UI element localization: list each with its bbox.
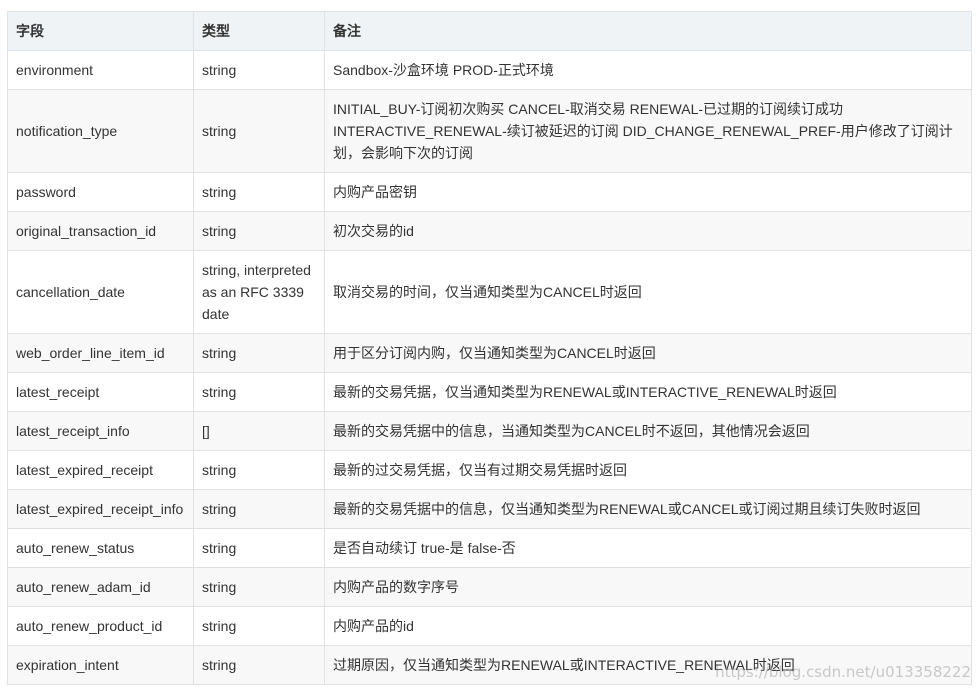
cell-field: latest_expired_receipt [7,450,194,490]
table-row: cancellation_date string, interpreted as… [7,250,972,334]
header-note: 备注 [324,11,972,51]
table-row: auto_renew_adam_id string 内购产品的数字序号 [7,567,972,607]
cell-note: 最新的交易凭据，仅当通知类型为RENEWAL或INTERACTIVE_RENEW… [324,372,972,412]
table-row: auto_renew_status string 是否自动续订 true-是 f… [7,528,972,568]
header-field: 字段 [7,11,194,51]
table-row: expiration_intent string 过期原因，仅当通知类型为REN… [7,645,972,685]
cell-note: 最新的交易凭据中的信息，当通知类型为CANCEL时不返回，其他情况会返回 [324,411,972,451]
cell-field: auto_renew_status [7,528,194,568]
cell-note: 内购产品密钥 [324,172,972,212]
table-row: password string 内购产品密钥 [7,172,972,212]
fields-table-container: 字段 类型 备注 environment string Sandbox-沙盒环境… [7,11,972,685]
table-header: 字段 类型 备注 [7,11,972,51]
cell-type: string [193,450,325,490]
cell-field: notification_type [7,89,194,173]
cell-field: expiration_intent [7,645,194,685]
cell-field: password [7,172,194,212]
cell-type: string [193,333,325,373]
table-body: environment string Sandbox-沙盒环境 PROD-正式环… [7,50,972,685]
header-type: 类型 [193,11,325,51]
cell-note: 最新的交易凭据中的信息，仅当通知类型为RENEWAL或CANCEL或订阅过期且续… [324,489,972,529]
cell-type: string [193,645,325,685]
cell-field: environment [7,50,194,90]
cell-note: 取消交易的时间，仅当通知类型为CANCEL时返回 [324,250,972,334]
table-row: latest_receipt_info [] 最新的交易凭据中的信息，当通知类型… [7,411,972,451]
cell-note: 内购产品的id [324,606,972,646]
cell-note: 内购产品的数字序号 [324,567,972,607]
cell-type: string [193,211,325,251]
table-row: original_transaction_id string 初次交易的id [7,211,972,251]
header-row: 字段 类型 备注 [7,11,972,51]
cell-type: string [193,528,325,568]
table-row: latest_expired_receipt string 最新的过交易凭据，仅… [7,450,972,490]
cell-field: web_order_line_item_id [7,333,194,373]
cell-field: auto_renew_product_id [7,606,194,646]
table-row: environment string Sandbox-沙盒环境 PROD-正式环… [7,50,972,90]
table-row: latest_expired_receipt_info string 最新的交易… [7,489,972,529]
cell-type: string [193,50,325,90]
cell-field: auto_renew_adam_id [7,567,194,607]
cell-note: Sandbox-沙盒环境 PROD-正式环境 [324,50,972,90]
table-row: web_order_line_item_id string 用于区分订阅内购，仅… [7,333,972,373]
cell-field: latest_expired_receipt_info [7,489,194,529]
cell-note: 初次交易的id [324,211,972,251]
table-row: latest_receipt string 最新的交易凭据，仅当通知类型为REN… [7,372,972,412]
cell-type: string [193,89,325,173]
table-row: auto_renew_product_id string 内购产品的id [7,606,972,646]
cell-type: string [193,372,325,412]
cell-type: string [193,606,325,646]
cell-type: string, interpreted as an RFC 3339 date [193,250,325,334]
cell-type: string [193,489,325,529]
cell-note: 用于区分订阅内购，仅当通知类型为CANCEL时返回 [324,333,972,373]
cell-note: 最新的过交易凭据，仅当有过期交易凭据时返回 [324,450,972,490]
cell-field: original_transaction_id [7,211,194,251]
cell-note: 是否自动续订 true-是 false-否 [324,528,972,568]
cell-type: string [193,567,325,607]
cell-type: [] [193,411,325,451]
cell-note: 过期原因，仅当通知类型为RENEWAL或INTERACTIVE_RENEWAL时… [324,645,972,685]
table-row: notification_type string INITIAL_BUY-订阅初… [7,89,972,173]
cell-field: cancellation_date [7,250,194,334]
cell-type: string [193,172,325,212]
cell-note: INITIAL_BUY-订阅初次购买 CANCEL-取消交易 RENEWAL-已… [324,89,972,173]
cell-field: latest_receipt [7,372,194,412]
cell-field: latest_receipt_info [7,411,194,451]
fields-table: 字段 类型 备注 environment string Sandbox-沙盒环境… [7,11,972,685]
